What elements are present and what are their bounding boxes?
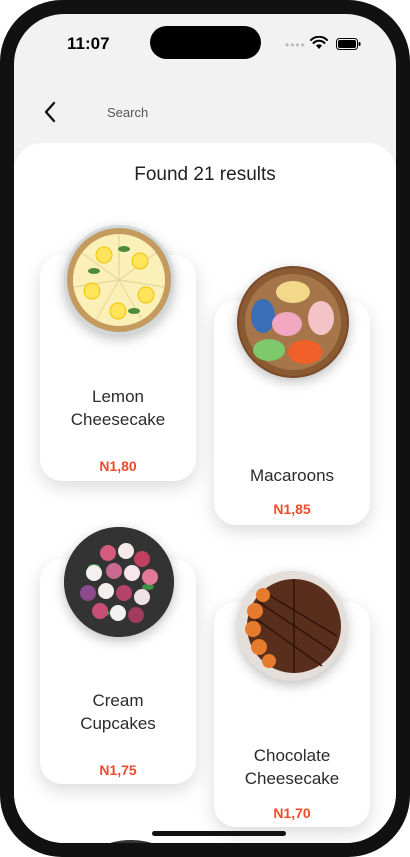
product-name-line2: Cheesecake — [70, 410, 166, 429]
macaroons-image — [237, 266, 349, 378]
product-name: Cream Cupcakes — [40, 689, 196, 735]
status-time: 11:07 — [67, 34, 110, 53]
search-field-label[interactable]: Search — [107, 105, 148, 120]
dynamic-island — [150, 26, 261, 59]
screen: 11:07 •••• Search Found 21 results Lemon… — [14, 14, 396, 843]
results-title: Found 21 results — [134, 164, 276, 185]
wifi-icon — [310, 36, 328, 49]
status-bar: 11:07 •••• — [14, 14, 396, 74]
product-name-line1: Macaroons — [249, 466, 335, 485]
product-name: Macaroons — [214, 464, 370, 487]
product-name: Lemon Cheesecake — [40, 385, 196, 431]
product-price: N1,75 — [99, 762, 137, 778]
product-name-line1: Cream — [92, 691, 144, 710]
product-price: N1,85 — [273, 501, 311, 517]
top-bar: Search — [14, 96, 396, 132]
product-price: N1,70 — [273, 805, 311, 821]
chocolate-cheesecake-image — [237, 571, 347, 681]
product-name-line2: Cupcakes — [80, 714, 156, 733]
back-arrow-icon[interactable] — [42, 100, 60, 124]
phone-frame: 11:07 •••• Search Found 21 results Lemon… — [0, 0, 410, 857]
battery-icon — [336, 38, 361, 50]
product-name-line2: Cheesecake — [244, 769, 340, 788]
product-name-line1: Chocolate — [253, 746, 331, 765]
product-price: N1,80 — [99, 458, 137, 474]
product-name-line1: Lemon — [92, 387, 144, 406]
product-name: Chocolate Cheesecake — [214, 744, 370, 790]
cream-cupcakes-image — [64, 527, 174, 637]
lemon-cheesecake-image — [64, 225, 174, 335]
signal-icon: •••• — [285, 38, 306, 52]
home-indicator[interactable] — [152, 831, 286, 836]
